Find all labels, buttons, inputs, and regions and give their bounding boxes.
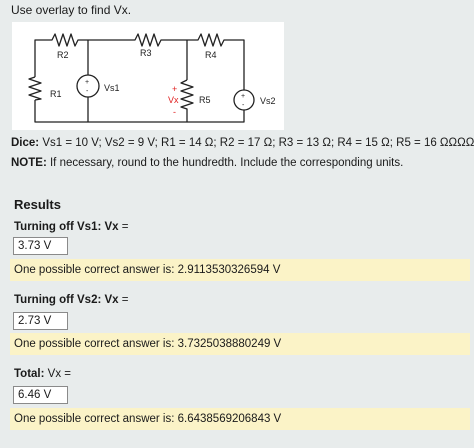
q1-answer-input[interactable]: 3.73 V bbox=[13, 237, 68, 255]
r4-label: R4 bbox=[205, 50, 217, 60]
r3-label: R3 bbox=[140, 48, 152, 58]
q2-feedback: One possible correct answer is: 3.732503… bbox=[10, 333, 470, 355]
r1-label: R1 bbox=[50, 89, 62, 99]
vx-label: Vx bbox=[168, 95, 179, 105]
vs1-label: Vs1 bbox=[104, 83, 120, 93]
intro-text: Use overlay to find Vx. bbox=[11, 3, 132, 17]
given-values: Dice: Vs1 = 10 V; Vs2 = 9 V; R1 = 14 Ω; … bbox=[11, 137, 474, 149]
q3-feedback: One possible correct answer is: 6.643856… bbox=[10, 408, 470, 430]
r1-resistor bbox=[28, 76, 42, 101]
results-title: Results bbox=[14, 197, 61, 212]
vs2-minus: - bbox=[242, 102, 245, 109]
circuit-svg: R2 R3 R4 R1 Vs1 R5 Vs2 + - + - + Vx - bbox=[28, 33, 276, 123]
note: NOTE: If necessary, round to the hundred… bbox=[11, 157, 403, 169]
bottom-wire bbox=[34, 100, 245, 123]
q2-answer-input[interactable]: 2.73 V bbox=[13, 312, 68, 330]
given-label: Dice: bbox=[11, 137, 40, 149]
q2-label: Turning off Vs2: Vx = bbox=[14, 294, 129, 306]
vs2-label: Vs2 bbox=[260, 96, 276, 106]
vs1-plus: + bbox=[85, 79, 89, 86]
r5-label: R5 bbox=[199, 95, 211, 105]
vx-plus: + bbox=[172, 84, 177, 94]
vs2-plus: + bbox=[241, 93, 245, 100]
q3-label: Total: Vx = bbox=[14, 368, 71, 380]
vx-minus: - bbox=[173, 107, 176, 117]
q1-feedback: One possible correct answer is: 2.911353… bbox=[10, 259, 470, 281]
r5-resistor bbox=[180, 79, 194, 117]
note-label: NOTE: bbox=[11, 157, 47, 169]
top-wire bbox=[34, 33, 245, 90]
r2-label: R2 bbox=[57, 50, 69, 60]
circuit-diagram: R2 R3 R4 R1 Vs1 R5 Vs2 + - + - + Vx - bbox=[12, 22, 284, 130]
given-text: Vs1 = 10 V; Vs2 = 9 V; R1 = 14 Ω; R2 = 1… bbox=[42, 137, 474, 149]
note-text: If necessary, round to the hundredth. In… bbox=[49, 157, 404, 169]
q1-label: Turning off Vs1: Vx = bbox=[14, 221, 129, 233]
q3-answer-input[interactable]: 6.46 V bbox=[13, 386, 68, 404]
vs1-minus: - bbox=[86, 88, 89, 95]
